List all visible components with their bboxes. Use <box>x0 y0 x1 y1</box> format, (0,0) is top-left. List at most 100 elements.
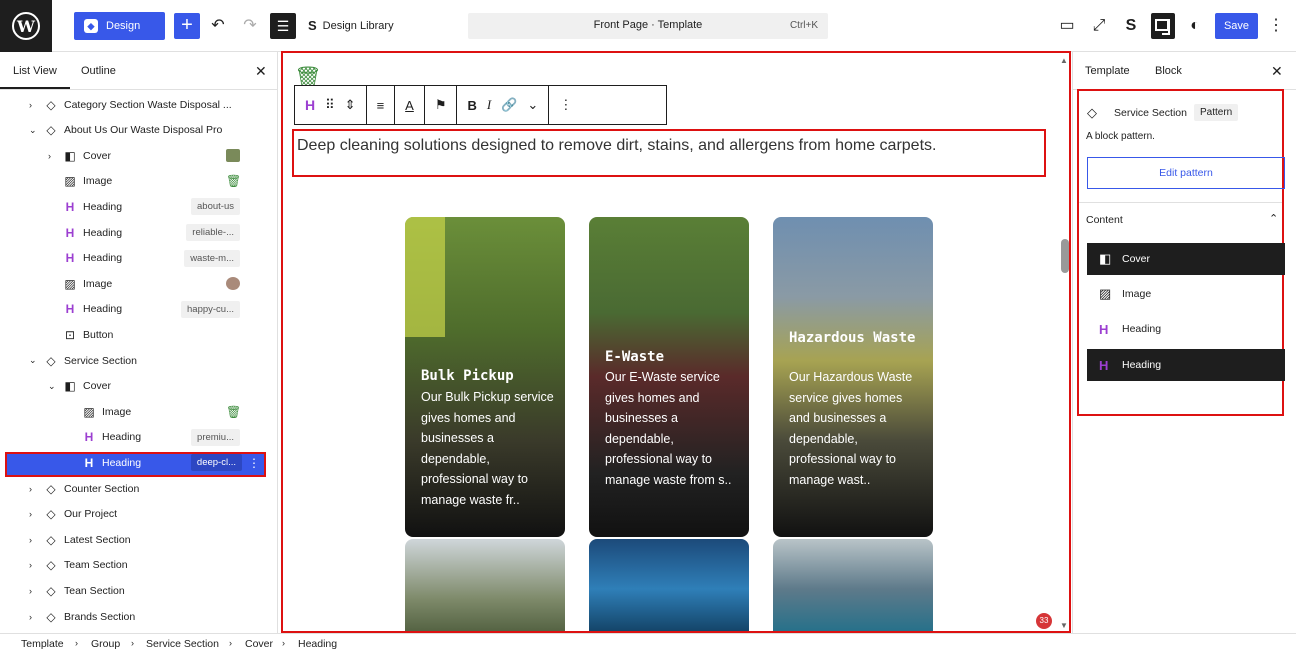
list-view-row[interactable]: H Heading premiu... <box>0 425 277 450</box>
breadcrumb-service-section[interactable]: Service Section <box>146 638 219 650</box>
list-view-row[interactable]: › ◇ Tean Section <box>0 578 277 603</box>
tab-template[interactable]: Template <box>1085 65 1130 77</box>
content-item-image[interactable]: ▨ Image <box>1087 278 1285 310</box>
settings-toggle-button[interactable] <box>1151 13 1175 39</box>
add-block-button[interactable]: + <box>174 13 200 39</box>
wordpress-logo[interactable]: W <box>0 0 52 52</box>
scroll-down-icon[interactable]: ▼ <box>1060 621 1068 630</box>
chevron-down-icon[interactable]: ⌄ <box>527 97 538 113</box>
chevron-right-icon[interactable]: › <box>29 100 32 110</box>
flag-button[interactable]: ⚑ <box>425 86 458 124</box>
scroll-up-icon[interactable]: ▲ <box>1060 56 1068 65</box>
align-button[interactable]: ≡ <box>367 86 396 124</box>
design-button[interactable]: ◆ Design <box>74 12 165 40</box>
chevron-right-icon[interactable]: › <box>29 535 32 545</box>
service-card-5[interactable] <box>589 539 749 631</box>
save-button[interactable]: Save <box>1215 13 1258 39</box>
desktop-preview-icon[interactable]: ▭ <box>1055 14 1079 38</box>
drag-handle-icon[interactable]: ⠿ <box>325 97 335 113</box>
notification-badge: 33 <box>1036 613 1052 629</box>
tab-list-view[interactable]: List View <box>0 65 70 89</box>
tab-outline[interactable]: Outline <box>81 65 116 77</box>
list-view-row[interactable]: › ◇ Latest Section <box>0 527 277 552</box>
more-options-icon[interactable]: ⋮ <box>1264 14 1288 38</box>
row-options-icon[interactable]: ⋮ <box>247 456 261 470</box>
list-view-row[interactable]: H Heading reliable-... <box>0 220 277 245</box>
content-item-heading[interactable]: H Heading <box>1087 313 1285 345</box>
move-updown-icon[interactable]: ⇕ <box>345 97 356 113</box>
chevron-up-icon[interactable]: ⌃ <box>1269 212 1278 225</box>
list-view-row[interactable]: › ◇ Category Section Waste Disposal ... <box>0 92 277 117</box>
editor-canvas[interactable]: 🗑 H ⠿ ⇕ ≡ A ⚑ B I 🔗 ⌄ ⋮ Deep cleaning so… <box>281 51 1071 633</box>
chevron-down-icon[interactable]: ⌄ <box>29 125 37 136</box>
breadcrumb-cover[interactable]: Cover <box>245 638 273 650</box>
list-view-row[interactable]: H Heading happy-cu... <box>0 297 277 322</box>
heading-icon: H <box>65 199 75 214</box>
list-view-row[interactable]: › ◧ Cover <box>0 143 277 168</box>
chevron-right-icon[interactable]: › <box>29 509 32 519</box>
chevron-right-icon[interactable]: › <box>48 151 51 161</box>
undo-icon[interactable]: ↶ <box>206 14 230 38</box>
left-panel-tabs: List View Outline ✕ <box>0 52 277 90</box>
link-icon[interactable]: 🔗 <box>501 97 517 113</box>
breadcrumb-separator-icon: › <box>75 638 78 648</box>
styles-icon[interactable]: ◐ <box>1183 14 1207 38</box>
fullscreen-icon[interactable]: ⤢ <box>1087 14 1111 38</box>
chevron-right-icon[interactable]: › <box>29 560 32 570</box>
breadcrumb-heading[interactable]: Heading <box>298 638 337 650</box>
redo-icon[interactable]: ↷ <box>238 14 262 38</box>
tab-block[interactable]: Block <box>1155 65 1182 77</box>
stackable-icon[interactable]: S <box>1119 14 1143 38</box>
anchor-tag: about-us <box>191 198 240 216</box>
editor-topbar: W ◆ Design + ↶ ↷ ☰ S Design Library Fron… <box>0 0 1296 52</box>
breadcrumb-group[interactable]: Group <box>91 638 120 650</box>
design-library-button[interactable]: S Design Library <box>308 18 394 33</box>
list-view-row[interactable]: ▨ Image 🗑 <box>0 169 277 194</box>
heading-text[interactable]: Deep cleaning solutions designed to remo… <box>297 137 936 155</box>
service-card-hazardous[interactable]: Hazardous Waste Our Hazardous Waste serv… <box>773 217 933 537</box>
content-item-label: Heading <box>1122 359 1162 371</box>
service-card-4[interactable] <box>405 539 565 631</box>
list-view-row[interactable]: ⌄ ◧ Cover <box>0 374 277 399</box>
service-card-ewaste[interactable]: E-Waste Our E-Waste service gives homes … <box>589 217 749 537</box>
close-icon[interactable]: ✕ <box>1271 63 1283 80</box>
text-color-button[interactable]: A <box>395 86 425 124</box>
design-library-icon: S <box>308 18 317 33</box>
chevron-right-icon[interactable]: › <box>29 484 32 494</box>
edit-pattern-button[interactable]: Edit pattern <box>1087 157 1285 189</box>
list-view-row[interactable]: H Heading waste-m... <box>0 246 277 271</box>
toolbar-block-type[interactable]: H ⠿ ⇕ <box>295 86 367 124</box>
image-icon: ▨ <box>64 276 76 291</box>
list-view-row[interactable]: H Heading deep-cl... ⋮ <box>0 450 277 475</box>
chevron-down-icon[interactable]: ⌄ <box>29 355 37 366</box>
pattern-icon: ◇ <box>1087 105 1097 120</box>
document-overview-button[interactable]: ☰ <box>270 13 296 39</box>
chevron-right-icon[interactable]: › <box>29 586 32 596</box>
list-view-row[interactable]: › ◇ Brands Section <box>0 604 277 629</box>
list-view-row[interactable]: › ◇ Team Section <box>0 553 277 578</box>
breadcrumb-template[interactable]: Template <box>21 638 64 650</box>
image-icon: ▨ <box>1099 286 1112 301</box>
chevron-right-icon[interactable]: › <box>29 612 32 622</box>
list-view-row[interactable]: ▨ Image <box>0 271 277 296</box>
card-title: Hazardous Waste <box>789 330 916 346</box>
close-icon[interactable]: ✕ <box>255 63 267 80</box>
canvas-scrollbar[interactable] <box>1061 239 1069 273</box>
block-options-button[interactable]: ⋮ <box>549 86 582 124</box>
service-card-6[interactable] <box>773 539 933 631</box>
list-view-row[interactable]: ⊡ Button <box>0 322 277 347</box>
list-view-row[interactable]: H Heading about-us <box>0 194 277 219</box>
list-view-row[interactable]: › ◇ Counter Section <box>0 476 277 501</box>
list-view-row[interactable]: ▨ Image 🗑 <box>0 399 277 424</box>
command-palette-bar[interactable]: Front Page · Template Ctrl+K <box>468 13 828 39</box>
list-view-row[interactable]: › ◇ Our Project <box>0 502 277 527</box>
list-view-row[interactable]: ⌄ ◇ Service Section <box>0 348 277 373</box>
selected-heading-block[interactable]: Deep cleaning solutions designed to remo… <box>292 129 1046 177</box>
italic-icon[interactable]: I <box>487 97 491 113</box>
chevron-down-icon[interactable]: ⌄ <box>48 381 56 392</box>
list-view-row[interactable]: ⌄ ◇ About Us Our Waste Disposal Pro <box>0 118 277 143</box>
bold-icon[interactable]: B <box>467 98 476 113</box>
content-item-heading-selected[interactable]: H Heading <box>1087 349 1285 381</box>
service-card-bulk[interactable]: Bulk Pickup Our Bulk Pickup service give… <box>405 217 565 537</box>
content-item-cover[interactable]: ◧ Cover <box>1087 243 1285 275</box>
